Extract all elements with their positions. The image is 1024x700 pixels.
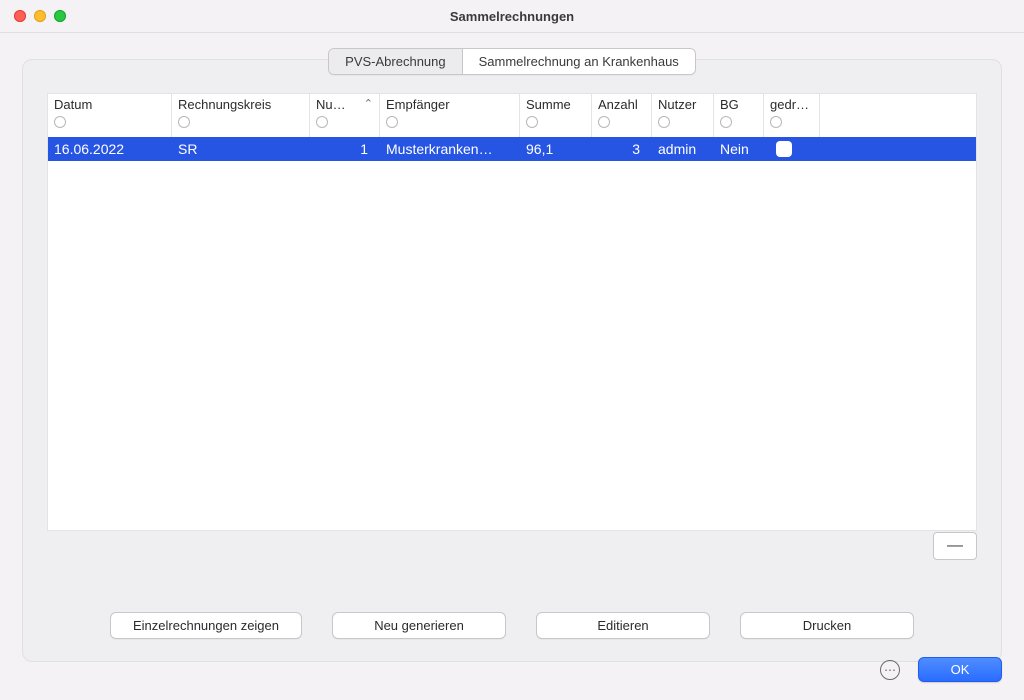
cell-summe: 96,1 bbox=[520, 137, 592, 161]
column-label: Summe bbox=[526, 97, 571, 112]
column-label: Nu… bbox=[316, 97, 346, 112]
window-controls bbox=[14, 10, 66, 22]
cell-anzahl: 3 bbox=[592, 137, 652, 161]
filter-icon[interactable] bbox=[178, 116, 190, 128]
minimize-window-icon[interactable] bbox=[34, 10, 46, 22]
cell-rechnungskreis: SR bbox=[172, 137, 310, 161]
editieren-button[interactable]: Editieren bbox=[536, 612, 710, 639]
drucken-button[interactable]: Drucken bbox=[740, 612, 914, 639]
column-label: gedruckt bbox=[770, 97, 820, 112]
tab-pvs-abrechnung[interactable]: PVS-Abrechnung bbox=[329, 49, 461, 74]
column-label: Rechnungskreis bbox=[178, 97, 271, 112]
cell-nutzer: admin bbox=[652, 137, 714, 161]
cell-empfaenger: Musterkranken… bbox=[380, 137, 520, 161]
column-header-empfaenger[interactable]: Empfänger bbox=[380, 94, 520, 137]
filter-icon[interactable] bbox=[526, 116, 538, 128]
column-label: BG bbox=[720, 97, 739, 112]
table-row[interactable]: 16.06.2022 SR 1 Musterkranken… 96,1 3 ad… bbox=[48, 137, 976, 161]
filter-icon[interactable] bbox=[720, 116, 732, 128]
cell-spacer bbox=[820, 145, 976, 153]
einzelrechnungen-zeigen-button[interactable]: Einzelrechnungen zeigen bbox=[110, 612, 302, 639]
sort-ascending-icon[interactable]: ⌃ bbox=[364, 97, 373, 110]
close-window-icon[interactable] bbox=[14, 10, 26, 22]
column-header-spacer bbox=[820, 94, 976, 137]
cell-nummer: 1 bbox=[310, 137, 380, 161]
column-header-nummer[interactable]: Nu… ⌃ bbox=[310, 94, 380, 137]
column-header-anzahl[interactable]: Anzahl bbox=[592, 94, 652, 137]
column-header-nutzer[interactable]: Nutzer bbox=[652, 94, 714, 137]
filter-icon[interactable] bbox=[770, 116, 782, 128]
action-bar: Einzelrechnungen zeigen Neu generieren E… bbox=[23, 612, 1001, 639]
titlebar: Sammelrechnungen bbox=[0, 0, 1024, 33]
zoom-window-icon[interactable] bbox=[54, 10, 66, 22]
column-label: Empfänger bbox=[386, 97, 450, 112]
ok-button[interactable]: OK bbox=[918, 657, 1002, 682]
neu-generieren-button[interactable]: Neu generieren bbox=[332, 612, 506, 639]
cell-bg: Nein bbox=[714, 137, 764, 161]
filter-icon[interactable] bbox=[386, 116, 398, 128]
dialog-footer: ⋯ OK bbox=[880, 657, 1002, 682]
column-header-datum[interactable]: Datum bbox=[48, 94, 172, 137]
column-header-summe[interactable]: Summe bbox=[520, 94, 592, 137]
remove-row-button[interactable]: — bbox=[933, 532, 977, 560]
column-header-bg[interactable]: BG bbox=[714, 94, 764, 137]
window-title: Sammelrechnungen bbox=[450, 9, 574, 24]
column-label: Datum bbox=[54, 97, 92, 112]
invoices-table: Datum Rechnungskreis Nu… ⌃ Empfänger Sum… bbox=[47, 93, 977, 531]
table-header: Datum Rechnungskreis Nu… ⌃ Empfänger Sum… bbox=[48, 94, 976, 137]
filter-icon[interactable] bbox=[598, 116, 610, 128]
column-header-gedruckt[interactable]: gedruckt bbox=[764, 94, 820, 137]
tab-bar: PVS-Abrechnung Sammelrechnung an Kranken… bbox=[47, 48, 977, 75]
content-card: PVS-Abrechnung Sammelrechnung an Kranken… bbox=[22, 59, 1002, 662]
tab-sammelrechnung-krankenhaus[interactable]: Sammelrechnung an Krankenhaus bbox=[462, 49, 695, 74]
filter-icon[interactable] bbox=[54, 116, 66, 128]
column-label: Nutzer bbox=[658, 97, 696, 112]
column-label: Anzahl bbox=[598, 97, 638, 112]
filter-icon[interactable] bbox=[658, 116, 670, 128]
filter-icon[interactable] bbox=[316, 116, 328, 128]
cell-gedruckt bbox=[764, 137, 820, 161]
cell-datum: 16.06.2022 bbox=[48, 137, 172, 161]
gedruckt-checkbox[interactable] bbox=[776, 141, 792, 157]
help-icon[interactable]: ⋯ bbox=[880, 660, 900, 680]
column-header-rechnungskreis[interactable]: Rechnungskreis bbox=[172, 94, 310, 137]
